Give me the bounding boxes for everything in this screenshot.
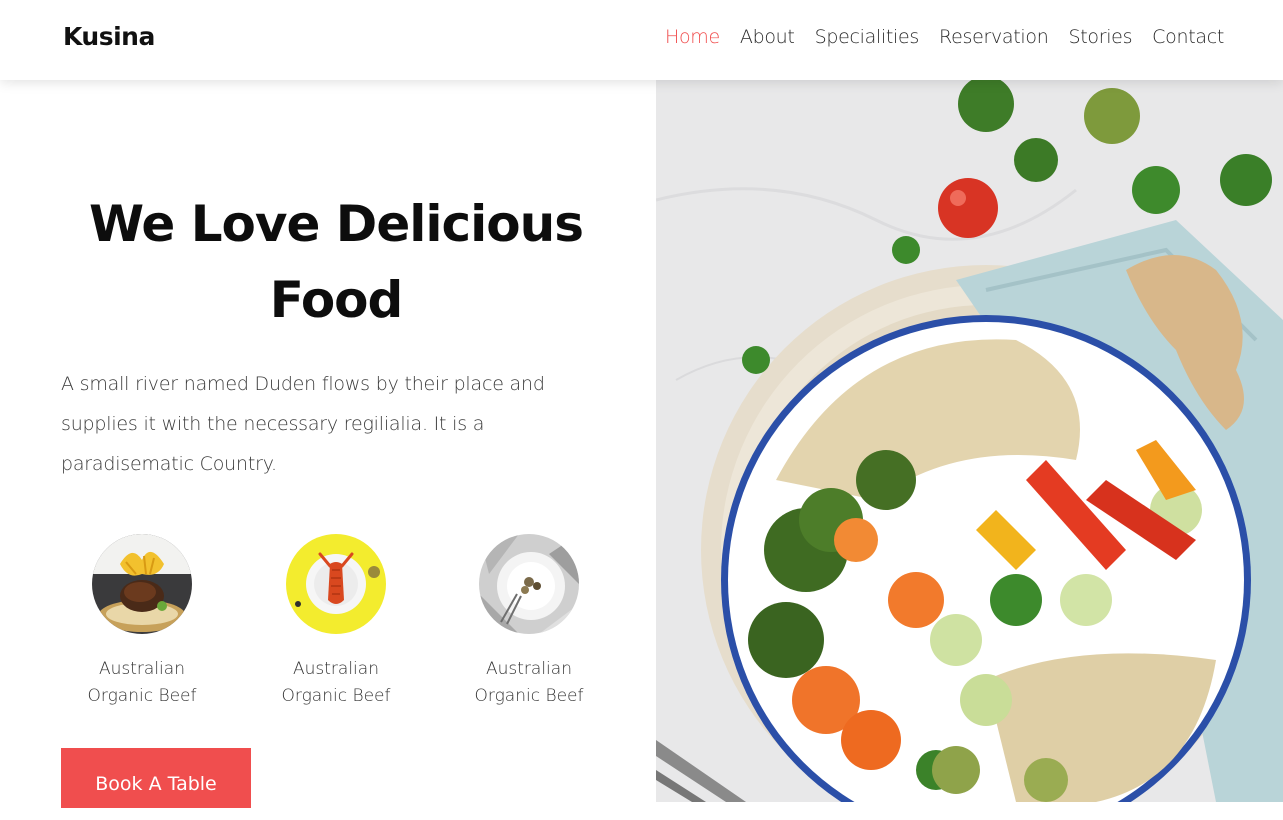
feature-label: Australian Organic Beef bbox=[444, 656, 614, 710]
hero-description: A small river named Duden flows by their… bbox=[61, 373, 545, 475]
brand-logo[interactable]: Kusina bbox=[63, 22, 155, 51]
hero-title-line-2: Food bbox=[269, 271, 404, 329]
nav-home[interactable]: Home bbox=[665, 26, 720, 48]
feature-label: Australian Organic Beef bbox=[57, 656, 227, 710]
hero-title: We Love Delicious Food bbox=[60, 186, 612, 338]
feature-label-line-2: Organic Beef bbox=[474, 686, 584, 706]
feature-label-line-2: Organic Beef bbox=[281, 686, 391, 706]
feature-label-line-1: Australian bbox=[486, 659, 572, 679]
feature-item: Australian Organic Beef bbox=[251, 534, 421, 710]
main-nav: Home About Specialities Reservation Stor… bbox=[665, 26, 1224, 48]
hero-title-line-1: We Love Delicious bbox=[89, 195, 584, 253]
plated-dish-photo-icon bbox=[479, 534, 579, 634]
feature-label-line-1: Australian bbox=[293, 659, 379, 679]
feature-item: Australian Organic Beef bbox=[57, 534, 227, 710]
site-header: Kusina Home About Specialities Reservati… bbox=[0, 0, 1283, 80]
nav-reservation[interactable]: Reservation bbox=[939, 26, 1049, 48]
feature-item: Australian Organic Beef bbox=[444, 534, 614, 710]
feature-list: Australian Organic Beef Australian Organ… bbox=[60, 534, 620, 714]
feature-label: Australian Organic Beef bbox=[251, 656, 421, 710]
beef-dish-photo-icon bbox=[92, 534, 192, 634]
nav-specialities[interactable]: Specialities bbox=[815, 26, 920, 48]
hero-content: We Love Delicious Food A small river nam… bbox=[0, 80, 656, 808]
book-table-button[interactable]: Book A Table bbox=[61, 748, 251, 808]
nav-contact[interactable]: Contact bbox=[1152, 26, 1224, 48]
nav-stories[interactable]: Stories bbox=[1068, 26, 1132, 48]
feature-label-line-1: Australian bbox=[99, 659, 185, 679]
nav-about[interactable]: About bbox=[740, 26, 795, 48]
lobster-dish-photo-icon bbox=[286, 534, 386, 634]
salad-bowl-photo-icon bbox=[656, 80, 1283, 802]
feature-label-line-2: Organic Beef bbox=[87, 686, 197, 706]
